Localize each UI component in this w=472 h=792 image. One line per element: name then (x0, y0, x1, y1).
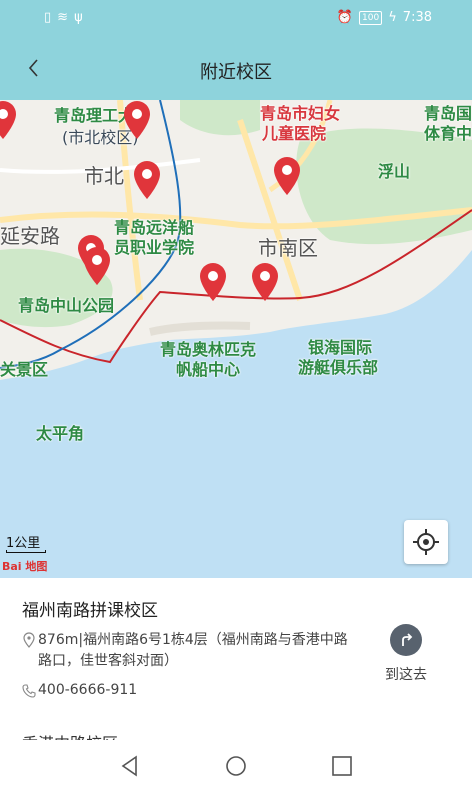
nav-back-icon[interactable] (118, 754, 142, 778)
map-pin-icon[interactable] (82, 246, 112, 286)
location-pin-icon (23, 632, 35, 648)
map-pin-icon[interactable] (198, 262, 228, 302)
page-title: 附近校区 (200, 62, 272, 83)
status-bar: ▯ ≋ ψ ⏰ 100 ϟ 7:38 (0, 0, 472, 36)
map-pin-icon[interactable] (250, 262, 280, 302)
status-right-icons: ⏰ 100 ϟ 7:38 (337, 10, 432, 25)
map-label-district: 市北 (84, 164, 124, 188)
map-label-poi: 太平角 (36, 424, 85, 443)
map-label-poi: 浮山 (378, 162, 411, 181)
usb-icon: ψ (74, 10, 83, 25)
map-label-road: 延安路 (0, 224, 60, 248)
route-icon (390, 624, 422, 656)
map-label-district: 市南区 (258, 236, 318, 260)
map-label-hospital: 儿童医院 (262, 124, 327, 143)
navigate-label: 到这去 (385, 667, 427, 683)
phone-icon (22, 684, 36, 698)
map-pin-icon[interactable] (0, 100, 18, 140)
battery-icon: 100 (359, 10, 383, 25)
campus-address: 876m|福州南路6号1栋4层（福州南路与香港中路路口，佳世客斜对面） (38, 632, 348, 669)
map-label-poi: 游艇俱乐部 (298, 358, 379, 377)
campus-panel: 福州南路拼课校区 876m|福州南路6号1栋4层（福州南路与香港中路路口，佳世客… (0, 578, 472, 753)
map-label-park: 青岛中山公园 (18, 296, 115, 315)
nav-home-icon[interactable] (224, 754, 248, 778)
header: 附近校区 (0, 40, 472, 100)
wifi-icon: ≋ (57, 10, 69, 25)
map-pin-icon[interactable] (122, 100, 152, 140)
charging-icon: ϟ (388, 10, 397, 25)
status-time: 7:38 (402, 10, 432, 25)
alarm-icon: ⏰ (336, 10, 354, 25)
map-label-poi: 员职业学院 (114, 238, 195, 257)
sim-icon: ▯ (44, 10, 52, 25)
map-pin-icon[interactable] (132, 160, 162, 200)
top-bar: ▯ ≋ ψ ⏰ 100 ϟ 7:38 附近校区 (0, 0, 472, 100)
campus-name[interactable]: 福州南路拼课校区 (22, 596, 158, 621)
crosshair-icon (413, 529, 439, 555)
locate-button[interactable] (404, 520, 448, 564)
status-left-icons: ▯ ≋ ψ (44, 10, 83, 25)
map-view[interactable]: 青岛理工大学 (市北校区) 市北 青岛市妇女 儿童医院 青岛国 体育中 浮山 延… (0, 100, 472, 578)
system-nav-bar (0, 740, 472, 792)
map-scale-label: 1公里 (6, 536, 41, 551)
map-provider-logo: Bai 地图 (2, 560, 48, 573)
campus-phone[interactable]: 400-6666-911 (38, 682, 137, 698)
map-label-poi: 体育中 (424, 124, 472, 143)
map-label-poi: 关景区 (0, 360, 49, 379)
map-label-poi: 帆船中心 (176, 360, 241, 379)
nav-recents-icon[interactable] (330, 754, 354, 778)
navigate-button[interactable]: 到这去 (376, 624, 436, 684)
map-scale-bar (6, 550, 46, 553)
map-pin-icon[interactable] (272, 156, 302, 196)
